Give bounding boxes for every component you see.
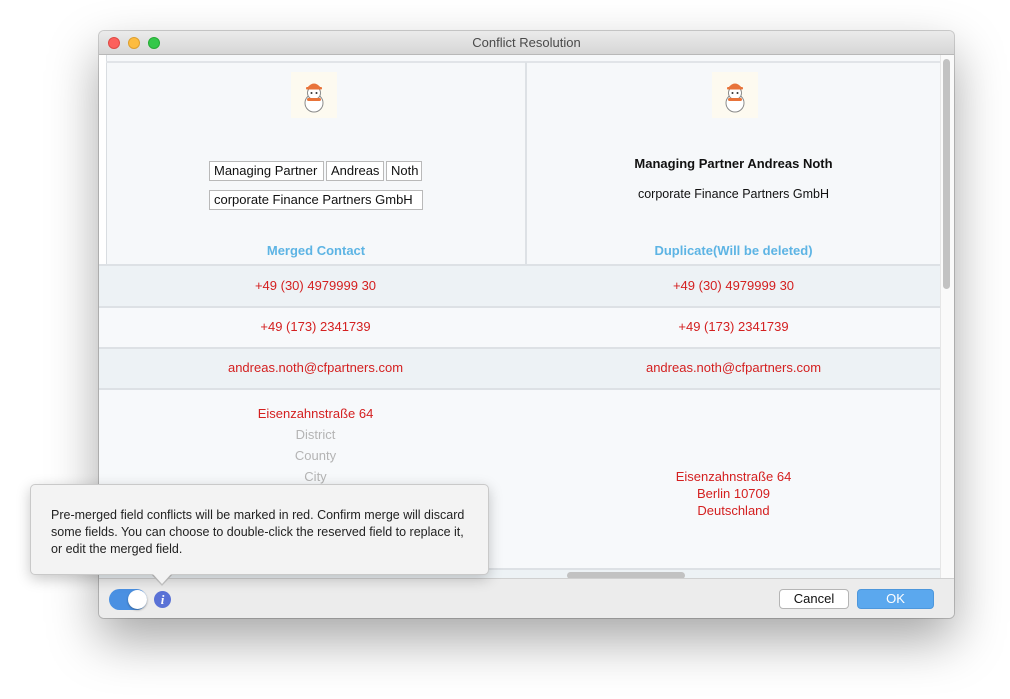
merged-column-title: Merged Contact [266,243,366,258]
merged-last-name-field[interactable]: Noth [386,161,422,181]
merged-email[interactable]: andreas.noth@cfpartners.com [106,360,525,375]
table-row: andreas.noth@cfpartners.com andreas.noth… [99,347,940,388]
merged-district[interactable]: District [106,427,525,442]
bottom-bar: i Cancel OK [99,578,954,618]
duplicate-email[interactable]: andreas.noth@cfpartners.com [527,360,940,375]
merged-phone2[interactable]: +49 (173) 2341739 [106,319,525,334]
merged-city[interactable]: City [106,469,525,484]
table-row: +49 (173) 2341739 +49 (173) 2341739 [99,306,940,347]
table-row: +49 (30) 4979999 30 +49 (30) 4979999 30 [99,264,940,306]
duplicate-address-line: Deutschland [697,503,770,518]
hint-toggle[interactable] [109,589,147,610]
merged-street[interactable]: Eisenzahnstraße 64 [106,406,525,421]
duplicate-address-line: Eisenzahnstraße 64 [675,469,792,484]
duplicate-address-line: Berlin 10709 [697,486,770,501]
merged-title-field[interactable]: Managing Partner [209,161,324,181]
snowman-icon [304,83,324,113]
title-bar: Conflict Resolution [99,31,954,55]
duplicate-phone2[interactable]: +49 (173) 2341739 [527,319,940,334]
duplicate-avatar [712,72,758,118]
tooltip-arrow-inner [152,573,172,584]
hint-tooltip: Pre-merged field conflicts will be marke… [30,484,489,575]
vertical-scrollbar[interactable] [943,59,950,289]
merged-company-field[interactable]: corporate Finance Partners GmbH [209,190,423,210]
duplicate-column-title: Duplicate(Will be deleted) [654,243,813,258]
info-icon[interactable]: i [154,591,171,608]
snowman-icon [725,83,745,113]
ok-button[interactable]: OK [857,589,934,609]
table-top-border [106,61,940,63]
toggle-knob [128,590,147,609]
merged-county[interactable]: County [106,448,525,463]
merged-phone1[interactable]: +49 (30) 4979999 30 [106,278,525,293]
cancel-button[interactable]: Cancel [779,589,849,609]
merged-avatar [291,72,337,118]
duplicate-address[interactable]: Eisenzahnstraße 64 Berlin 10709 Deutschl… [527,468,940,519]
window-title: Conflict Resolution [472,35,581,50]
duplicate-name: Managing Partner Andreas Noth [634,156,833,171]
merged-first-name-field[interactable]: Andreas [326,161,384,181]
duplicate-company: corporate Finance Partners GmbH [637,187,830,201]
tooltip-text: Pre-merged field conflicts will be marke… [51,508,465,556]
duplicate-phone1[interactable]: +49 (30) 4979999 30 [527,278,940,293]
